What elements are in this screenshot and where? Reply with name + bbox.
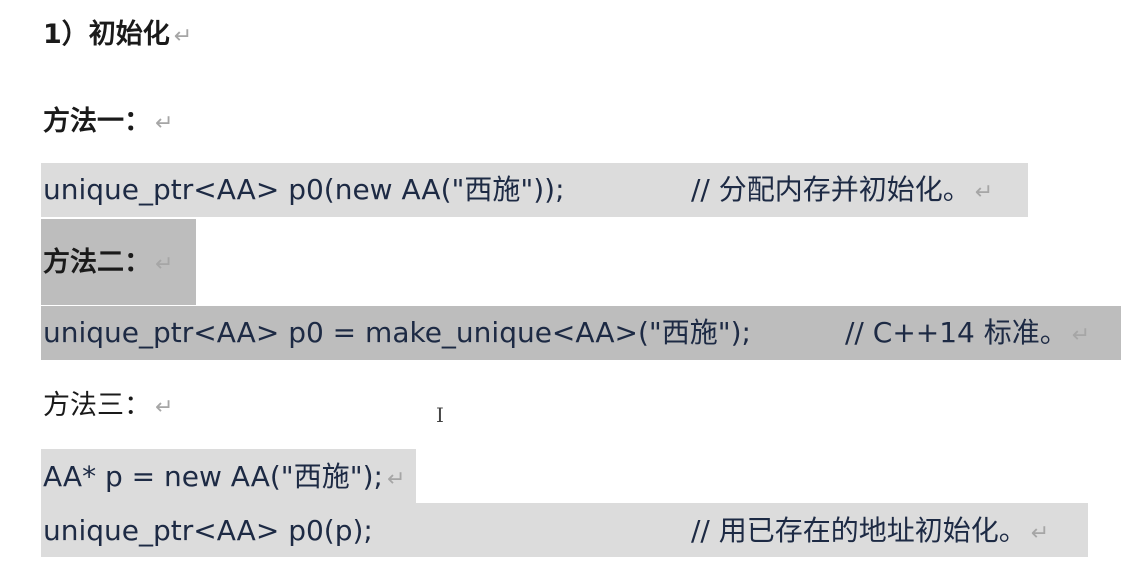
paragraph-mark-icon: ↵: [173, 24, 193, 49]
method1-comment[interactable]: // 分配内存并初始化。 ↵: [691, 170, 993, 213]
method2-label: 方法二： ↵: [43, 243, 173, 285]
method1-comment-text: // 分配内存并初始化。: [691, 173, 971, 206]
method2-comment-text: // C++14 标准。: [845, 316, 1068, 349]
paragraph-mark-icon: ↵: [155, 395, 174, 420]
method3-code-line2[interactable]: unique_ptr<AA> p0(p);: [43, 511, 373, 551]
section-heading: 1）初始化 ↵: [43, 15, 192, 57]
paragraph-mark-icon: ↵: [1071, 323, 1091, 348]
method2-comment[interactable]: // C++14 标准。 ↵: [845, 313, 1090, 356]
method3-code-line2-text: unique_ptr<AA> p0(p);: [43, 514, 373, 547]
method2-code[interactable]: unique_ptr<AA> p0 = make_unique<AA>("西施"…: [43, 313, 751, 353]
method3-code-line1[interactable]: AA* p = new AA("西施"); ↵: [43, 457, 405, 500]
method3-label-text: 方法三：: [43, 390, 151, 421]
paragraph-mark-icon: ↵: [155, 111, 174, 136]
method1-label-text: 方法一：: [43, 106, 151, 137]
text-cursor-icon: I: [436, 403, 444, 427]
paragraph-mark-icon: ↵: [155, 252, 174, 277]
method1-code-text: unique_ptr<AA> p0(new AA("西施"));: [43, 173, 565, 206]
method3-comment-text: // 用已存在的地址初始化。: [691, 514, 1027, 547]
method3-comment[interactable]: // 用已存在的地址初始化。 ↵: [691, 511, 1049, 554]
method3-code-line1-text: AA* p = new AA("西施");: [43, 460, 383, 493]
method2-code-text: unique_ptr<AA> p0 = make_unique<AA>("西施"…: [43, 316, 751, 349]
method3-label: 方法三： ↵: [43, 386, 173, 428]
method1-label: 方法一： ↵: [43, 102, 173, 144]
paragraph-mark-icon: ↵: [1030, 521, 1050, 546]
section-heading-text: 1）初始化: [43, 19, 170, 50]
paragraph-mark-icon: ↵: [386, 467, 406, 492]
method2-label-text: 方法二：: [43, 247, 151, 278]
paragraph-mark-icon: ↵: [974, 180, 994, 205]
method1-code[interactable]: unique_ptr<AA> p0(new AA("西施"));: [43, 170, 565, 210]
